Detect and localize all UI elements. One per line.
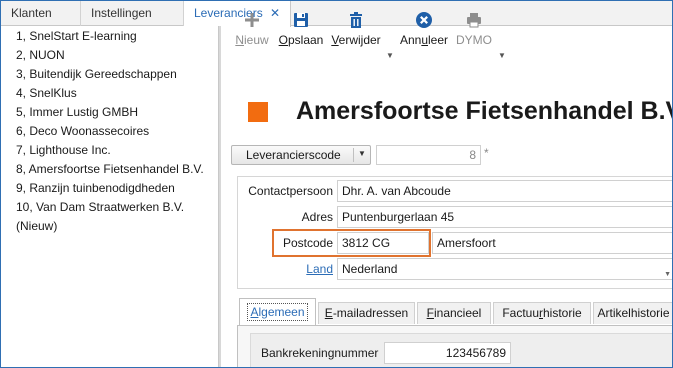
list-item[interactable]: 8, Amersfoortse Fietsenhandel B.V. [16,160,204,179]
tab-label: Klanten [11,6,52,20]
cancel-button[interactable]: Annuleer [398,11,450,51]
tab-label: E-mailadressen [324,306,409,320]
delete-button[interactable]: Verwijder [330,11,382,51]
country-value: Nederland [342,262,398,276]
list-item[interactable]: 6, Deco Woonassecoires [16,122,149,141]
list-item[interactable]: 9, Ranzijn tuinbenodigdheden [16,179,175,198]
tab-instellingen[interactable]: Instellingen [81,1,184,26]
save-label: Opslaan [278,33,324,47]
app-window: Klanten Instellingen Leveranciers ✕ 1, S… [0,0,673,368]
list-item[interactable]: 2, NUON [16,46,65,65]
postcode-label: Postcode [282,236,333,250]
contact-field[interactable]: Dhr. A. van Abcoude [337,180,672,202]
supplier-color-square [248,102,268,122]
save-icon [277,11,325,33]
tab-label: Financieel [426,306,482,320]
list-item[interactable]: 3, Buitendijk Gereedschappen [16,65,177,84]
contact-label: Contactpersoon [248,184,333,198]
tab-artikelhistorie[interactable]: Artikelhistorie [593,302,672,324]
printer-icon [454,11,494,33]
supplier-list: 1, SnelStart E-learning 2, NUON 3, Buite… [1,26,219,367]
tab-klanten[interactable]: Klanten [1,1,81,26]
list-item[interactable]: 4, SnelKlus [16,84,77,103]
list-item-new[interactable]: (Nieuw) [16,217,57,236]
cancel-label: Annuleer [399,33,449,47]
country-link-wrap: Land [241,262,333,276]
chevron-down-icon[interactable]: ▼ [386,51,394,60]
postcode-field[interactable]: 3812 CG [337,232,429,254]
chevron-down-icon[interactable]: ▼ [498,51,506,60]
city-field[interactable]: Amersfoort [432,232,672,254]
address-label: Adres [301,210,333,224]
tab-label: Algemeen [247,303,308,321]
save-button[interactable]: Opslaan [277,11,325,51]
dymo-button[interactable]: DYMO [454,11,494,51]
code-type-dropdown[interactable]: Leverancierscode ▼ [231,145,371,165]
tab-algemeen[interactable]: Algemeen [239,298,316,325]
required-marker: * [484,146,489,160]
dymo-label: DYMO [456,33,492,47]
delete-label: Verwijder [331,33,381,47]
country-link[interactable]: Land [306,262,333,276]
supplier-code-field[interactable]: 8 [376,145,481,165]
country-select[interactable]: Nederland ▼ [337,258,672,280]
tab-emailadressen[interactable]: E-mailadressen [318,302,415,324]
list-item[interactable]: 10, Van Dam Straatwerken B.V. [16,198,184,217]
address-field[interactable]: Puntenburgerlaan 45 [337,206,672,228]
splitter[interactable] [219,26,221,367]
code-type-label: Leverancierscode [246,148,341,162]
bank-account-field[interactable]: 123456789 [384,342,511,364]
dropdown-divider [353,148,354,162]
list-item[interactable]: 7, Lighthouse Inc. [16,141,111,160]
tab-label: Instellingen [91,6,152,20]
chevron-down-icon: ▼ [664,271,671,278]
plus-icon [233,11,271,33]
new-button[interactable]: Nieuw [233,11,271,51]
chevron-down-icon: ▼ [358,149,366,158]
new-label: Nieuw [235,33,269,47]
list-item[interactable]: 1, SnelStart E-learning [16,27,137,46]
list-item[interactable]: 5, Immer Lustig GMBH [16,103,138,122]
bank-account-label: Bankrekeningnummer [261,346,379,360]
tab-factuurhistorie[interactable]: Factuurhistorie [493,302,591,324]
trash-icon [330,11,382,33]
tab-financieel[interactable]: Financieel [417,302,491,324]
tab-label: Factuurhistorie [502,306,582,320]
page-title: Amersfoortse Fietsenhandel B.V. [296,97,673,125]
tab-label: Artikelhistorie [597,306,670,320]
cancel-icon [398,11,450,33]
